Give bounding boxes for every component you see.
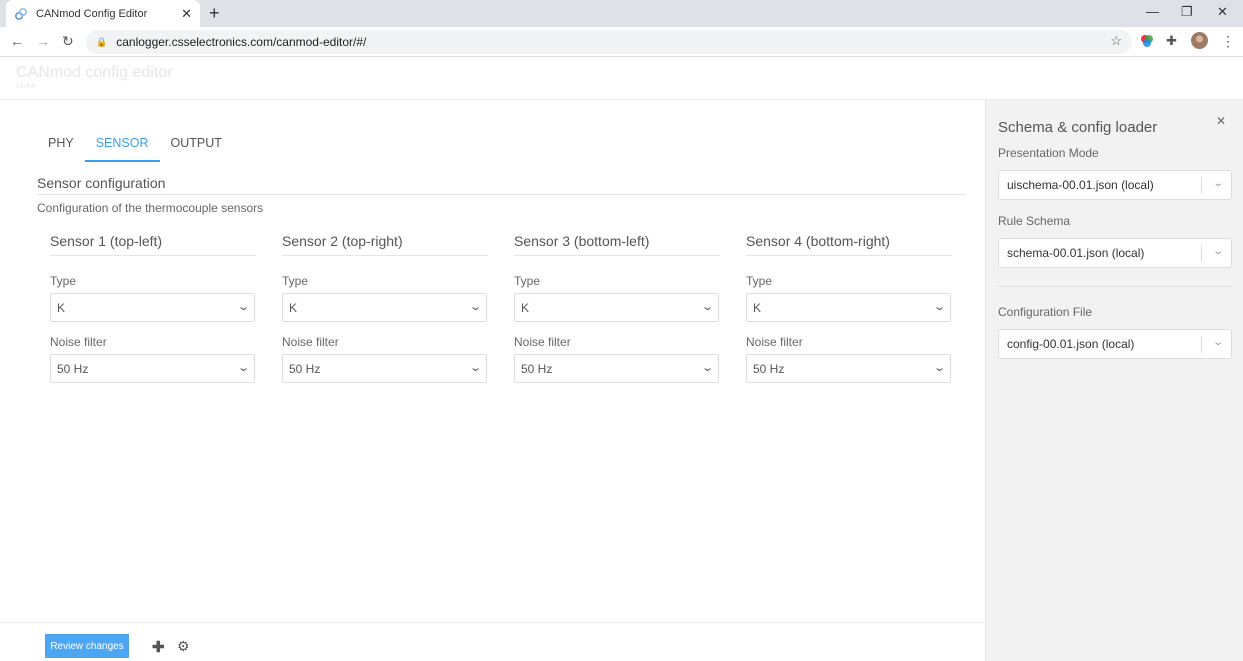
- forward-icon[interactable]: →: [36, 33, 50, 49]
- browser-tab[interactable]: CANmod Config Editor ✕: [6, 0, 200, 27]
- type-value: K: [57, 300, 66, 315]
- chevron-down-icon: ⌄: [1211, 337, 1224, 348]
- presentation-mode-select[interactable]: uischema-00.01.json (local) ⌄: [998, 170, 1232, 200]
- section-divider: [37, 194, 966, 195]
- sidebar-title: Schema & config loader: [998, 119, 1158, 136]
- rule-schema-value: schema-00.01.json (local): [1007, 246, 1145, 260]
- schema-loader-sidebar: Schema & config loader ✕ Presentation Mo…: [985, 100, 1243, 661]
- rule-schema-label: Rule Schema: [998, 214, 1071, 228]
- sensor-title: Sensor 2 (top-right): [282, 233, 488, 256]
- noise-filter-select[interactable]: 50 Hz ⌄: [282, 354, 487, 383]
- noise-filter-value: 50 Hz: [521, 361, 553, 376]
- sensor-4-group: Sensor 4 (bottom-right) Type K ⌄ Noise f…: [746, 233, 952, 383]
- configuration-file-select[interactable]: config-00.01.json (local) ⌄: [998, 329, 1232, 359]
- tab-phy[interactable]: PHY: [37, 130, 85, 162]
- lock-icon: 🔒: [96, 36, 108, 47]
- restore-icon[interactable]: ❐: [1181, 4, 1193, 20]
- url-text: canlogger.csselectronics.com/canmod-edit…: [116, 35, 367, 49]
- app-version: v1.4.4: [16, 83, 36, 90]
- sidebar-divider: [998, 286, 1232, 287]
- link-icon: [15, 7, 27, 20]
- chevron-down-icon: ⌄: [1211, 246, 1224, 257]
- section-description: Configuration of the thermocouple sensor…: [37, 201, 264, 215]
- presentation-mode-label: Presentation Mode: [998, 146, 1099, 160]
- noise-filter-value: 50 Hz: [57, 361, 89, 376]
- app-title: CANmod config editor: [16, 64, 173, 81]
- tab-sensor[interactable]: SENSOR: [84, 130, 160, 162]
- chevron-down-icon: ⌄: [932, 301, 946, 313]
- chevron-down-icon: ⌄: [700, 362, 714, 374]
- type-value: K: [753, 300, 762, 315]
- chevron-down-icon: ⌄: [1211, 178, 1224, 189]
- section-title: Sensor configuration: [37, 175, 166, 191]
- tab-close-icon[interactable]: ✕: [181, 6, 192, 22]
- type-select[interactable]: K ⌄: [746, 293, 951, 322]
- type-select[interactable]: K ⌄: [514, 293, 719, 322]
- type-label: Type: [282, 274, 309, 288]
- type-value: K: [521, 300, 530, 315]
- type-value: K: [289, 300, 298, 315]
- app-header: CANmod config editor v1.4.4: [0, 57, 1243, 100]
- chevron-down-icon: ⌄: [932, 362, 946, 374]
- configuration-file-value: config-00.01.json (local): [1007, 337, 1135, 351]
- noise-filter-value: 50 Hz: [289, 361, 321, 376]
- back-icon[interactable]: ←: [10, 33, 24, 49]
- noise-filter-label: Noise filter: [514, 335, 571, 349]
- sensor-2-group: Sensor 2 (top-right) Type K ⌄ Noise filt…: [282, 233, 488, 383]
- minimize-icon[interactable]: —: [1146, 4, 1159, 19]
- chevron-down-icon: ⌄: [468, 301, 482, 313]
- gear-icon[interactable]: ⚙: [177, 638, 190, 655]
- chevron-down-icon: ⌄: [700, 301, 714, 313]
- menu-kebab-icon[interactable]: ⋮: [1221, 33, 1235, 50]
- plus-icon[interactable]: ✚: [152, 638, 165, 656]
- noise-filter-label: Noise filter: [50, 335, 107, 349]
- noise-filter-value: 50 Hz: [753, 361, 785, 376]
- review-changes-button[interactable]: Review changes: [45, 634, 129, 658]
- close-icon[interactable]: ✕: [1216, 114, 1226, 128]
- chevron-down-icon: ⌄: [236, 362, 250, 374]
- type-label: Type: [746, 274, 773, 288]
- window-close-icon[interactable]: ✕: [1217, 4, 1228, 20]
- chevron-down-icon: ⌄: [468, 362, 482, 374]
- select-separator: [1201, 336, 1202, 353]
- type-label: Type: [50, 274, 77, 288]
- bookmark-star-icon[interactable]: ☆: [1110, 33, 1122, 49]
- select-separator: [1201, 177, 1202, 194]
- noise-filter-select[interactable]: 50 Hz ⌄: [746, 354, 951, 383]
- presentation-mode-value: uischema-00.01.json (local): [1007, 178, 1154, 192]
- profile-avatar-icon[interactable]: [1191, 32, 1208, 49]
- noise-filter-label: Noise filter: [282, 335, 339, 349]
- address-bar[interactable]: 🔒 canlogger.csselectronics.com/canmod-ed…: [86, 30, 1132, 54]
- type-label: Type: [514, 274, 541, 288]
- sensor-3-group: Sensor 3 (bottom-left) Type K ⌄ Noise fi…: [514, 233, 720, 383]
- color-extension-icon[interactable]: [1140, 34, 1154, 48]
- bottom-toolbar: Review changes ✚ ⚙: [0, 622, 985, 661]
- tab-output[interactable]: OUTPUT: [160, 130, 233, 162]
- type-select[interactable]: K ⌄: [282, 293, 487, 322]
- sensor-1-group: Sensor 1 (top-left) Type K ⌄ Noise filte…: [50, 233, 256, 383]
- sensor-title: Sensor 4 (bottom-right): [746, 233, 952, 256]
- browser-toolbar: ← → ↻ 🔒 canlogger.csselectronics.com/can…: [0, 27, 1243, 57]
- select-separator: [1201, 245, 1202, 262]
- sensor-title: Sensor 3 (bottom-left): [514, 233, 720, 256]
- noise-filter-select[interactable]: 50 Hz ⌄: [50, 354, 255, 383]
- config-tabs: PHY SENSOR OUTPUT: [37, 130, 233, 162]
- tab-title: CANmod Config Editor: [36, 7, 148, 20]
- new-tab-button[interactable]: +: [209, 3, 220, 24]
- noise-filter-label: Noise filter: [746, 335, 803, 349]
- rule-schema-select[interactable]: schema-00.01.json (local) ⌄: [998, 238, 1232, 268]
- configuration-file-label: Configuration File: [998, 305, 1093, 319]
- browser-tabstrip: CANmod Config Editor ✕ + — ❐ ✕: [0, 0, 1243, 27]
- reload-icon[interactable]: ↻: [62, 33, 74, 50]
- sensor-title: Sensor 1 (top-left): [50, 233, 256, 256]
- noise-filter-select[interactable]: 50 Hz ⌄: [514, 354, 719, 383]
- extensions-puzzle-icon[interactable]: ✚: [1166, 33, 1177, 49]
- type-select[interactable]: K ⌄: [50, 293, 255, 322]
- chevron-down-icon: ⌄: [236, 301, 250, 313]
